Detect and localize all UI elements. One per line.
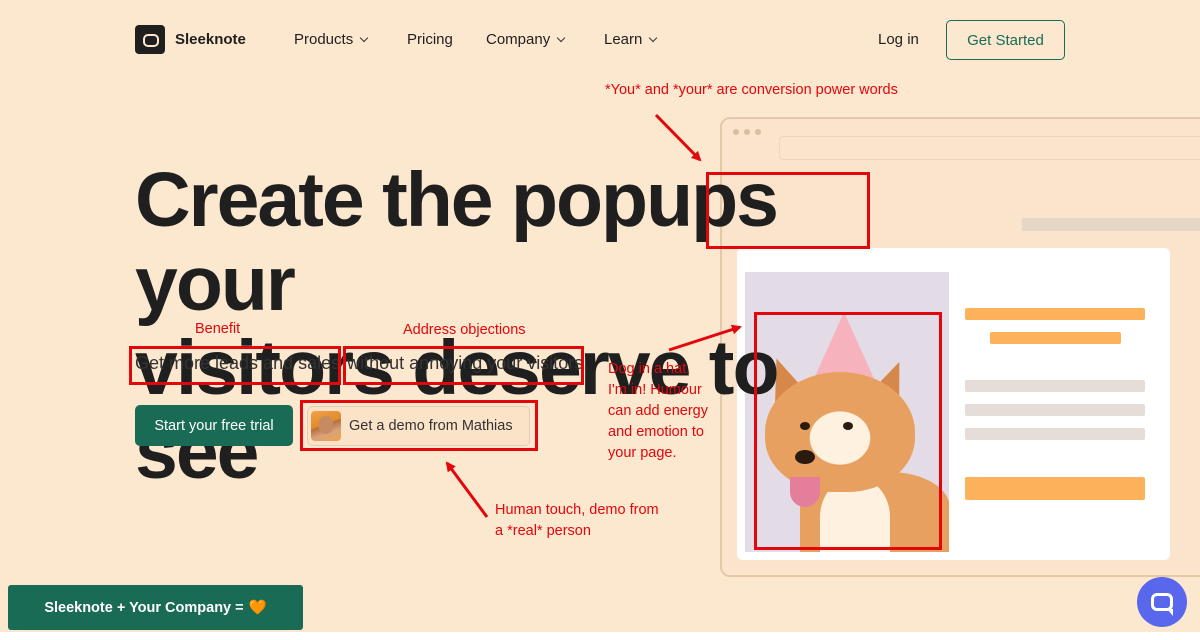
arrow-to-demo bbox=[445, 461, 489, 518]
banner-text: Sleeknote + Your Company = bbox=[44, 599, 244, 616]
annotation-arrows bbox=[445, 113, 742, 518]
arrow-to-your bbox=[654, 113, 702, 162]
company-banner[interactable]: Sleeknote + Your Company = 🧡 bbox=[8, 585, 303, 630]
heart-icon: 🧡 bbox=[248, 600, 267, 616]
chat-button[interactable] bbox=[1137, 577, 1187, 627]
chat-bubble-icon bbox=[1151, 593, 1173, 616]
page-bottom-edge bbox=[0, 632, 1200, 640]
arrow-to-dog bbox=[668, 324, 742, 352]
